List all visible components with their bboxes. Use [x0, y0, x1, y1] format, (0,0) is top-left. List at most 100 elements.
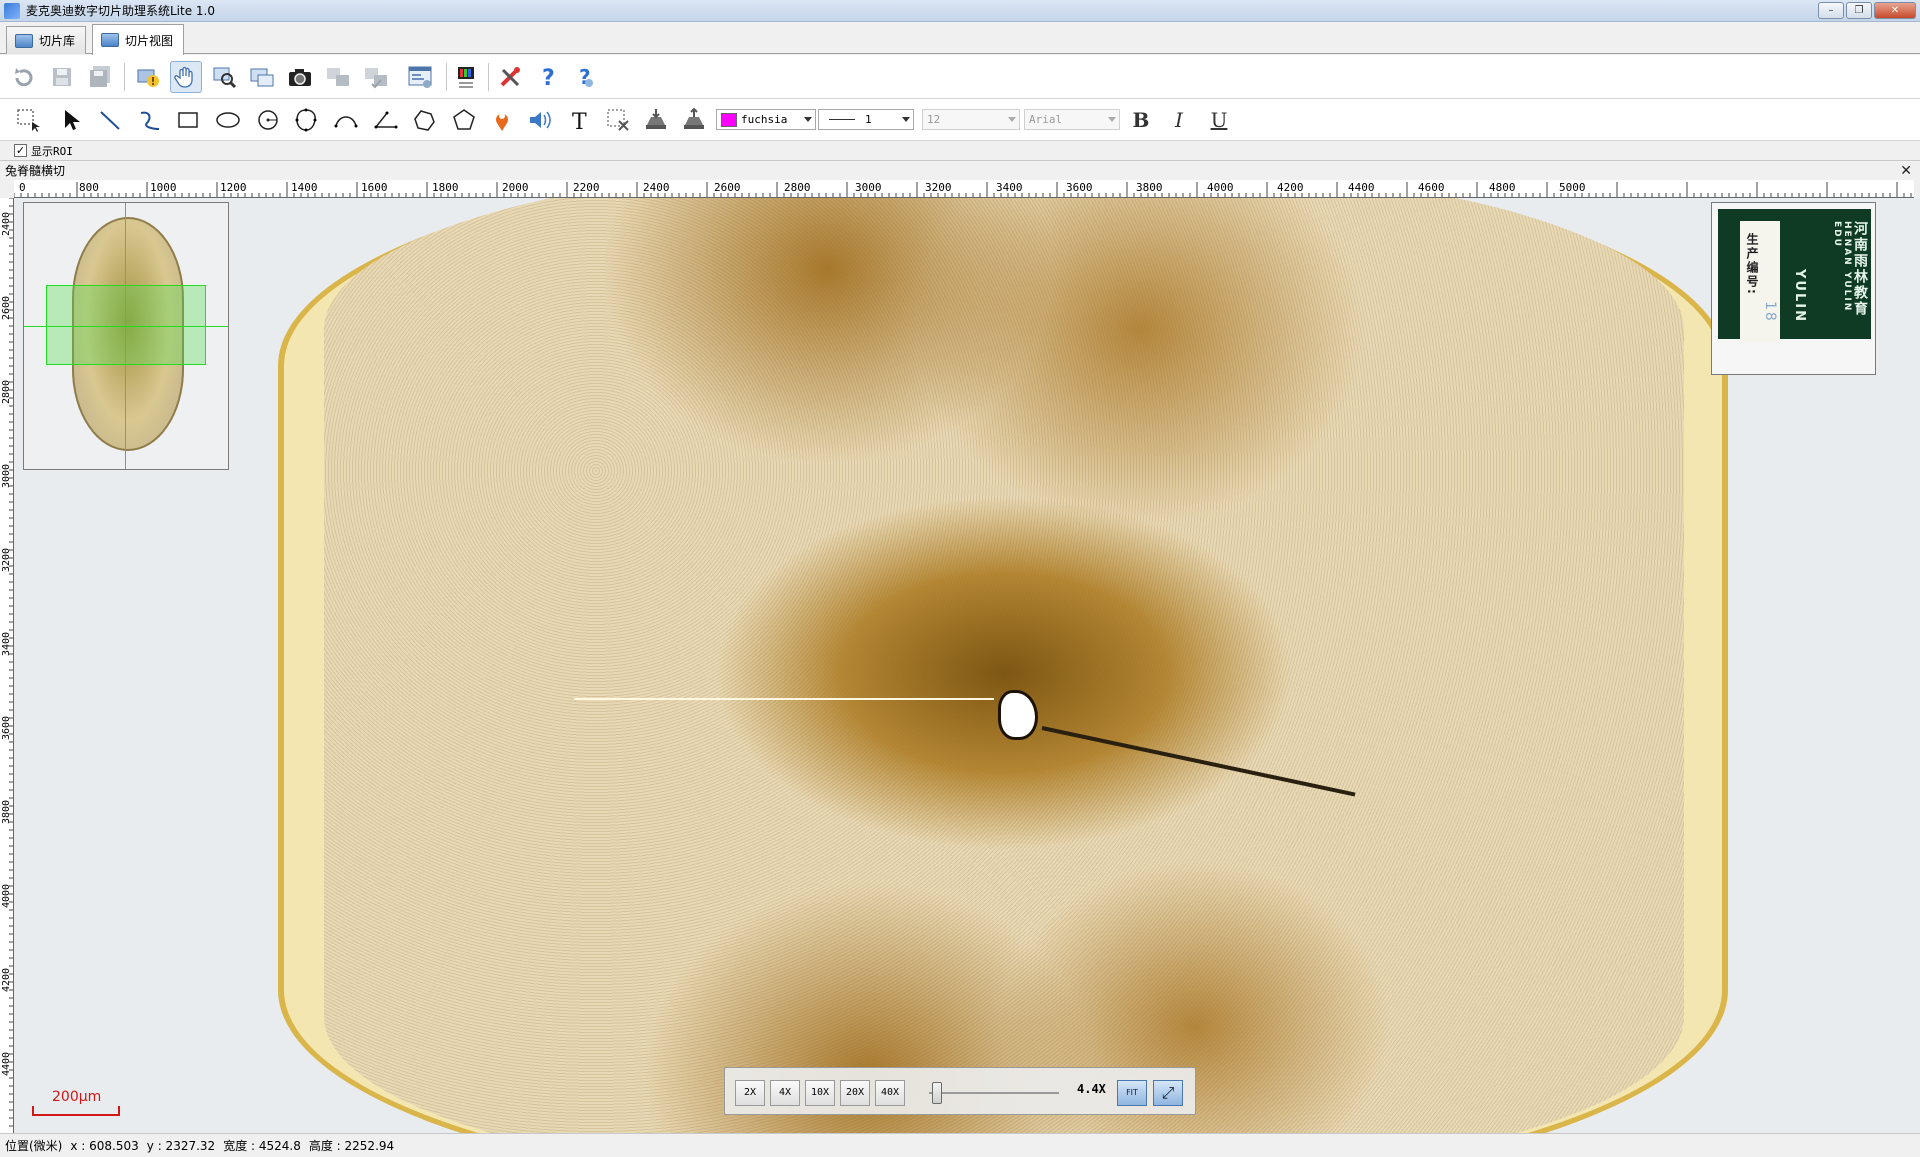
rect-select-tool[interactable]	[12, 104, 44, 136]
zoom-slider-thumb[interactable]	[931, 1082, 942, 1104]
color-adjust-button[interactable]	[450, 61, 482, 93]
document-title: 兔脊髓横切	[5, 164, 66, 178]
zoom-2x-button[interactable]: 2X	[735, 1080, 765, 1106]
scale-bar-label: 200μm	[52, 1089, 102, 1105]
arc-tool[interactable]	[330, 104, 362, 136]
compare-button[interactable]	[322, 61, 354, 93]
marker-pin-icon	[496, 113, 508, 131]
tab-slide-view[interactable]: 切片视图	[92, 24, 185, 55]
ruler-label: 1400	[291, 181, 318, 194]
ruler-label: 4400	[1348, 181, 1375, 194]
tab-label: 切片库	[39, 34, 76, 48]
circle-icon	[258, 110, 278, 130]
zoom-value: 4.4X	[1077, 1082, 1106, 1096]
viewport-indicator[interactable]	[46, 285, 206, 365]
angle-tool[interactable]	[370, 104, 402, 136]
zoom-20x-button[interactable]: 20X	[840, 1080, 870, 1106]
curve-tool[interactable]	[134, 104, 166, 136]
ruler-label: 1200	[220, 181, 247, 194]
slide-viewer-canvas[interactable]	[14, 198, 1920, 1133]
close-button[interactable]: ✕	[1874, 2, 1916, 19]
maximize-button[interactable]: ❐	[1846, 2, 1872, 19]
rectangle-tool[interactable]	[172, 104, 204, 136]
settings-tools-button[interactable]	[494, 61, 526, 93]
minimize-button[interactable]: –	[1818, 2, 1844, 19]
ruler-label: 2000	[502, 181, 529, 194]
tab-slide-library[interactable]: 切片库	[6, 26, 87, 54]
audio-note-tool[interactable]	[524, 104, 556, 136]
ruler-label: 2600	[714, 181, 741, 194]
save-button[interactable]	[46, 61, 78, 93]
color-select-value: fuchsia	[741, 113, 788, 126]
zoom-10x-button[interactable]: 10X	[805, 1080, 835, 1106]
ruler-label: 3800	[1, 799, 12, 824]
line-tool[interactable]	[94, 104, 126, 136]
svg-text:?: ?	[542, 66, 555, 90]
audio-note-icon	[530, 111, 551, 129]
slide-info-icon	[137, 69, 159, 87]
compare-icon	[327, 68, 349, 86]
underline-button[interactable]: U	[1208, 109, 1230, 131]
report-button[interactable]	[404, 61, 436, 93]
freehand-polygon-tool[interactable]	[408, 104, 440, 136]
line-width-select[interactable]: 1	[818, 109, 914, 130]
fit-window-icon[interactable]: FIT	[1117, 1080, 1147, 1106]
zoom-search-button[interactable]	[208, 61, 240, 93]
font-size-select[interactable]: 12	[922, 109, 1020, 130]
zoom-slider-track[interactable]	[929, 1092, 1059, 1094]
italic-button[interactable]: I	[1168, 109, 1190, 131]
dorsal-septum	[574, 698, 994, 700]
zoom-4x-button[interactable]: 4X	[770, 1080, 800, 1106]
font-size-value: 12	[927, 113, 941, 126]
sync-button[interactable]	[360, 61, 392, 93]
save-all-button[interactable]	[84, 61, 116, 93]
angle-icon	[374, 111, 398, 129]
text-tool[interactable]: T	[564, 104, 596, 136]
pan-hand-button[interactable]	[170, 61, 202, 93]
polygon-icon	[453, 109, 475, 130]
bold-button[interactable]: B	[1130, 109, 1152, 131]
ruler-label: 3600	[1, 715, 12, 740]
import-annotation-tool[interactable]	[640, 104, 672, 136]
delete-annotation-tool[interactable]	[602, 104, 634, 136]
ruler-label: 4400	[1, 1051, 12, 1076]
vertical-ruler: 2400 2600 2800 3000 3200 3400 3600 3800 4000 4200…	[0, 198, 14, 1133]
slide-label-card: 生产编号: 18 河南雨林教育 HENAN YULIN EDU YULIN	[1718, 209, 1871, 343]
show-roi-checkbox[interactable]: ✓	[14, 144, 27, 157]
main-toolbar: ? ?	[0, 55, 1920, 99]
slide-info-button[interactable]	[132, 61, 164, 93]
text-icon: T	[572, 110, 587, 133]
font-name-select[interactable]: Arial	[1024, 109, 1120, 130]
slide-label-image: 生产编号: 18 河南雨林教育 HENAN YULIN EDU YULIN	[1711, 202, 1876, 375]
ellipse-icon	[216, 112, 240, 128]
line-width-value: 1	[865, 113, 872, 126]
ellipse-tool[interactable]	[212, 104, 244, 136]
ruler-label: 4200	[1277, 181, 1304, 194]
polygon-tool[interactable]	[448, 104, 480, 136]
marker-pin-tool[interactable]	[486, 104, 518, 136]
color-select[interactable]: fuchsia	[716, 109, 816, 130]
help-context-button[interactable]: ?	[570, 61, 602, 93]
export-annotation-icon	[684, 107, 704, 129]
chevron-down-icon	[1108, 117, 1116, 122]
status-x: x : 608.503	[70, 1138, 139, 1153]
closed-curve-tool[interactable]	[290, 104, 322, 136]
navigator-button[interactable]	[246, 61, 278, 93]
pointer-tool[interactable]	[54, 104, 86, 136]
document-close-icon[interactable]: ✕	[1900, 161, 1912, 181]
ruler-label: 3600	[1066, 181, 1093, 194]
circle-tool[interactable]	[252, 104, 284, 136]
export-annotation-tool[interactable]	[678, 104, 710, 136]
help-button[interactable]: ?	[532, 61, 564, 93]
camera-button[interactable]	[284, 61, 316, 93]
ruler-label: 4600	[1418, 181, 1445, 194]
ruler-label: 2800	[784, 181, 811, 194]
line-sample	[829, 119, 855, 120]
fullscreen-icon[interactable]: ⤢	[1153, 1080, 1183, 1106]
arc-icon	[334, 116, 358, 128]
zoom-40x-button[interactable]: 40X	[875, 1080, 905, 1106]
pointer-icon	[65, 110, 80, 130]
rotate-button[interactable]	[8, 61, 40, 93]
overview-navigator[interactable]	[23, 202, 229, 470]
freehand-polygon-icon	[414, 110, 435, 131]
